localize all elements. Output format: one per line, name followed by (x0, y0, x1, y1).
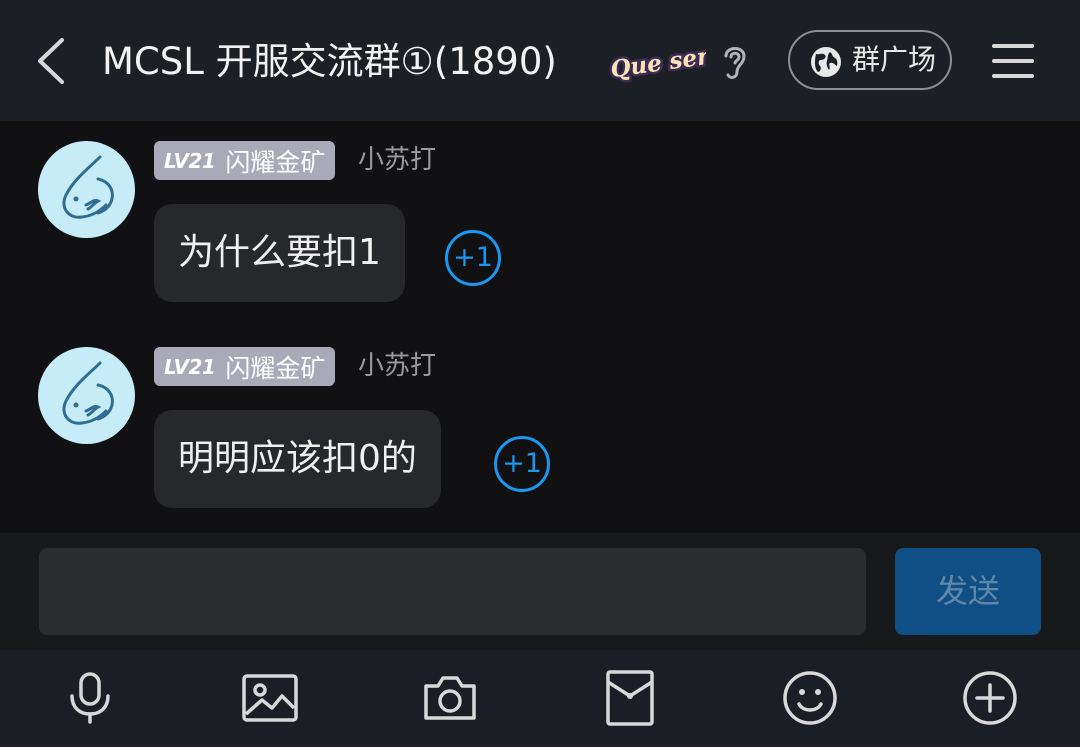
avatar[interactable] (38, 141, 135, 238)
message-item: LV21 闪耀金矿 小苏打 明明应该扣0的 +1 (0, 327, 1080, 517)
camera-button[interactable] (420, 668, 480, 728)
back-arrow-icon[interactable] (30, 34, 74, 88)
message-item: LV21 闪耀金矿 小苏打 为什么要扣1 +1 (0, 121, 1080, 311)
ear-icon[interactable] (718, 40, 752, 84)
microphone-button[interactable] (60, 668, 120, 728)
group-title: MCSL 开服交流群①(1890) (102, 40, 557, 83)
group-square-button[interactable]: 群广场 (788, 30, 952, 90)
message-bubble[interactable]: 明明应该扣0的 (154, 410, 441, 508)
dolphin-avatar-icon (62, 155, 114, 219)
rank-label: 闪耀金矿 (225, 353, 326, 383)
camera-icon (424, 676, 476, 720)
input-toolbar (0, 650, 1080, 747)
svg-text:Que sera: Que sera (609, 41, 706, 84)
level-label: LV21 (164, 148, 216, 173)
microphone-icon (70, 672, 110, 724)
red-packet-button[interactable] (600, 668, 660, 728)
level-label: LV21 (164, 354, 216, 379)
avatar[interactable] (38, 347, 135, 444)
que-sera-badge: Que sera Que sera (606, 40, 706, 84)
composer-bar: 发送 (0, 533, 1080, 650)
message-input[interactable] (39, 548, 866, 635)
send-button[interactable]: 发送 (895, 548, 1041, 635)
red-packet-icon (606, 670, 654, 726)
menu-icon[interactable] (992, 42, 1034, 80)
globe-icon (811, 47, 841, 77)
group-square-label: 群广场 (852, 43, 937, 76)
plus-one-button[interactable]: +1 (494, 436, 550, 492)
plus-button[interactable] (960, 668, 1020, 728)
level-tag: LV21 闪耀金矿 (154, 141, 336, 180)
message-list[interactable]: LV21 闪耀金矿 小苏打 为什么要扣1 +1 LV21 闪耀金矿 小苏打 明明… (0, 121, 1080, 533)
plus-one-button[interactable]: +1 (445, 230, 501, 286)
image-button[interactable] (240, 668, 300, 728)
plus-icon (963, 671, 1017, 725)
emoji-icon (783, 671, 837, 725)
image-icon (242, 674, 298, 722)
dolphin-avatar-icon (62, 361, 114, 425)
rank-label: 闪耀金矿 (225, 147, 326, 177)
chat-header: MCSL 开服交流群①(1890) Que sera Que sera 群广场 (0, 0, 1080, 121)
level-tag: LV21 闪耀金矿 (154, 347, 336, 386)
sender-nickname[interactable]: 小苏打 (358, 347, 436, 386)
sender-nickname[interactable]: 小苏打 (358, 141, 436, 180)
message-bubble[interactable]: 为什么要扣1 (154, 204, 405, 302)
emoji-button[interactable] (780, 668, 840, 728)
